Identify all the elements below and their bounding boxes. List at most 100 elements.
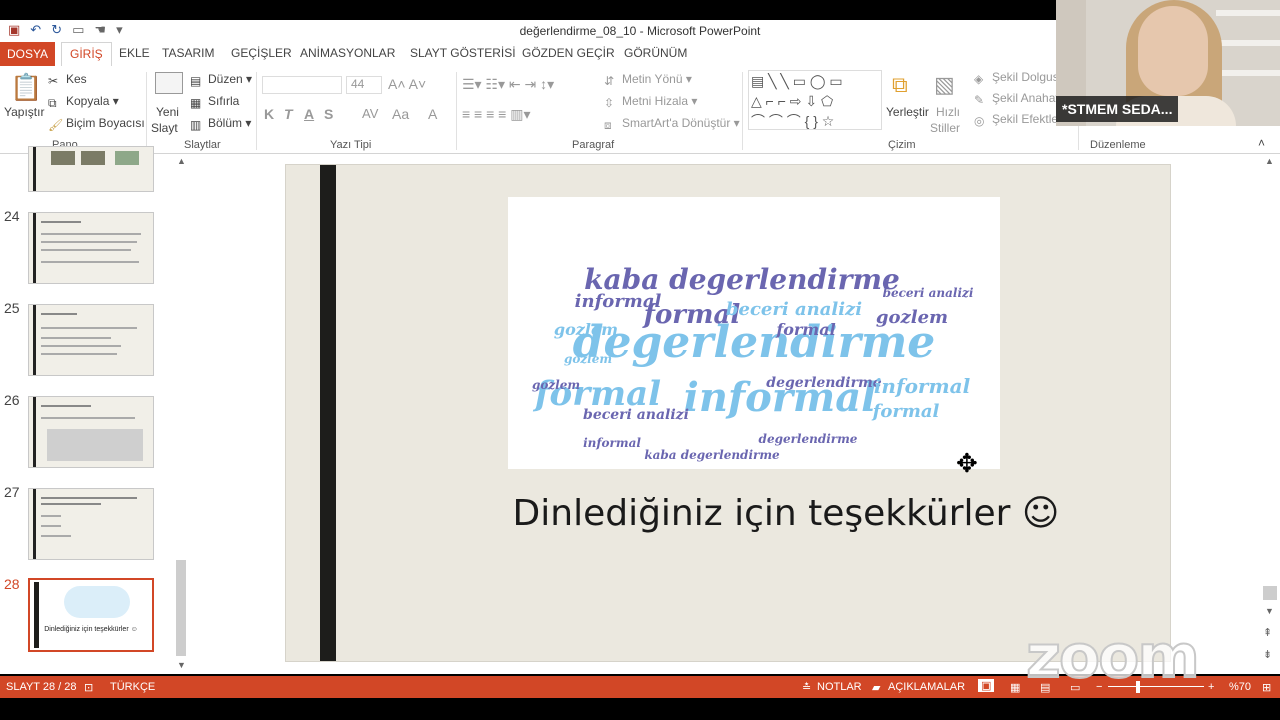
- background-shelf: [1216, 10, 1280, 16]
- fit-slide-icon[interactable]: ⊞: [1262, 681, 1271, 694]
- format-painter-button[interactable]: 🖌 Biçim Boyacısı: [48, 116, 145, 132]
- new-slide-label-2[interactable]: Slayt: [151, 121, 178, 135]
- shadow-button[interactable]: S: [324, 106, 333, 122]
- notes-icon: ≛: [802, 682, 812, 694]
- change-case-button[interactable]: Aa: [392, 106, 409, 122]
- editor-scrollbar[interactable]: ▲ ▼ ⇞ ⇟: [1260, 154, 1280, 674]
- new-slide-label-1[interactable]: Yeni: [156, 105, 179, 119]
- slide-thumbnail-23[interactable]: [28, 146, 154, 192]
- prev-slide-icon[interactable]: ⇞: [1263, 626, 1272, 639]
- underline-button[interactable]: A: [304, 106, 314, 122]
- slide-thumbnail-28[interactable]: Dinlediğiniz için teşekkürler ☺: [28, 578, 154, 652]
- slide-caption[interactable]: Dinlediğiniz için teşekkürler ☺: [436, 493, 1136, 534]
- word-cloud-word: beceri analizi: [726, 299, 862, 320]
- reset-button[interactable]: ▦ Sıfırla: [190, 94, 239, 110]
- layout-button[interactable]: ▤ Düzen ▾: [190, 72, 252, 88]
- paste-icon[interactable]: 📋: [10, 72, 42, 103]
- language-indicator[interactable]: TÜRKÇE: [110, 681, 155, 693]
- thumb-shape: [81, 151, 105, 165]
- italic-button[interactable]: T: [284, 106, 293, 122]
- notes-button[interactable]: NOTLAR: [817, 681, 862, 693]
- thumb-line: [41, 327, 137, 329]
- font-name-field[interactable]: [262, 76, 342, 94]
- tab-slideshow[interactable]: SLAYT GÖSTERİSİ: [410, 46, 516, 60]
- char-spacing-button[interactable]: AV: [362, 106, 378, 121]
- slide-thumbnail-27[interactable]: [28, 488, 154, 560]
- bold-button[interactable]: K: [264, 106, 274, 122]
- thumb-shape: [115, 151, 139, 165]
- collapse-ribbon-icon[interactable]: ˄: [1258, 136, 1265, 150]
- thumb-number: 24: [4, 208, 20, 224]
- tab-transitions[interactable]: GEÇİŞLER: [231, 46, 292, 60]
- scroll-up-icon[interactable]: ▲: [1265, 156, 1274, 166]
- effects-icon: ◎: [974, 113, 985, 128]
- quick-styles-label-2[interactable]: Stiller: [930, 121, 960, 135]
- tab-file[interactable]: DOSYA: [0, 42, 55, 66]
- layout-icon: ▤: [190, 73, 202, 88]
- thumbnail-scrollbar[interactable]: ▲ ▼: [174, 154, 188, 674]
- zoom-level[interactable]: %70: [1229, 681, 1251, 693]
- tab-view[interactable]: GÖRÜNÜM: [624, 46, 687, 60]
- font-size-field[interactable]: 44: [346, 76, 382, 94]
- section-label: Bölüm: [208, 116, 243, 130]
- quick-styles-icon[interactable]: ▧: [934, 72, 955, 98]
- tab-home[interactable]: GİRİŞ: [61, 42, 112, 67]
- slide-sorter-icon[interactable]: ▦: [1010, 681, 1020, 694]
- comments-icon: ▰: [872, 682, 881, 694]
- slide-thumbnail-25[interactable]: [28, 304, 154, 376]
- comments-button[interactable]: AÇIKLAMALAR: [888, 681, 965, 693]
- group-label-drawing: Çizim: [888, 139, 916, 151]
- section-button[interactable]: ▥ Bölüm ▾: [190, 116, 251, 132]
- outline-icon: ✎: [974, 92, 985, 107]
- copy-button[interactable]: ⧉ Kopyala ▾: [48, 94, 119, 110]
- align-text-button[interactable]: ⇳ Metni Hizala ▾: [604, 94, 697, 110]
- move-cursor-icon: ✥: [956, 448, 978, 478]
- thumb-shape: [51, 151, 75, 165]
- scroll-down-icon[interactable]: ▼: [1265, 606, 1274, 616]
- format-painter-label: Biçim Boyacısı: [66, 116, 145, 130]
- tab-design[interactable]: TASARIM: [162, 46, 214, 60]
- normal-view-icon[interactable]: ▣: [978, 679, 995, 692]
- scrollbar-thumb[interactable]: [1263, 586, 1277, 600]
- arrange-icon[interactable]: ⧉: [892, 72, 908, 98]
- scroll-down-icon[interactable]: ▼: [177, 660, 186, 670]
- align-icons[interactable]: ≡ ≡ ≡ ≡ ▥▾: [462, 106, 531, 123]
- shape-fill-button[interactable]: ◈ Şekil Dolgusu: [974, 70, 1065, 86]
- thumb-line: [41, 535, 71, 537]
- thumb-line: [41, 261, 139, 263]
- new-slide-icon[interactable]: [155, 72, 183, 94]
- current-slide[interactable]: degerlendirme kaba degerlendirme informal f…: [285, 164, 1171, 662]
- title-bar: ▣ ↶ ↻ ▭ ☚ ▾ değerlendirme_08_10 - Micros…: [0, 20, 1056, 42]
- quick-styles-label-1[interactable]: Hızlı: [936, 105, 960, 119]
- participant-video[interactable]: *STMEM SEDA...: [1056, 0, 1280, 126]
- slide-thumbnail-24[interactable]: [28, 212, 154, 284]
- smartart-button[interactable]: ⧈ SmartArt'a Dönüştür ▾: [604, 116, 740, 132]
- shape-effects-button[interactable]: ◎ Şekil Efektler: [974, 112, 1062, 128]
- tab-review[interactable]: GÖZDEN GEÇİR: [522, 46, 615, 60]
- shape-outline-button[interactable]: ✎ Şekil Anahat: [974, 91, 1059, 107]
- fill-icon: ◈: [974, 71, 984, 86]
- scroll-up-icon[interactable]: ▲: [177, 156, 186, 166]
- thumb-line: [41, 337, 111, 339]
- thumb-bar: [33, 305, 36, 375]
- align-text-label: Metni Hizala: [622, 94, 689, 108]
- shapes-gallery[interactable]: ▤ ╲ ╲ ▭ ◯ ▭ △ ⌐ ⌐ ⇨ ⇩ ⬠ ⌒ ⌒ ⌒ { } ☆: [748, 70, 882, 130]
- word-cloud-image[interactable]: degerlendirme kaba degerlendirme informal f…: [508, 197, 1000, 469]
- scrollbar-thumb[interactable]: [176, 560, 186, 656]
- spellcheck-icon[interactable]: ⊡: [84, 681, 93, 694]
- tab-animations[interactable]: ANİMASYONLAR: [300, 46, 395, 60]
- bullets-icon[interactable]: ☰▾ ☷▾ ⇤ ⇥ ↕▾: [462, 76, 554, 93]
- next-slide-icon[interactable]: ⇟: [1263, 648, 1272, 661]
- arrange-button[interactable]: Yerleştir: [886, 105, 929, 119]
- zoom-in-icon[interactable]: +: [1208, 681, 1214, 693]
- thumb-table: [47, 429, 143, 461]
- grow-font-icon[interactable]: A˄ A˅: [388, 76, 426, 92]
- text-direction-button[interactable]: ⇵ Metin Yönü ▾: [604, 72, 692, 88]
- slide-thumbnail-26[interactable]: [28, 396, 154, 468]
- paste-button[interactable]: Yapıştır: [4, 105, 44, 119]
- shape-outline-label: Şekil Anahat: [992, 91, 1059, 105]
- font-color-button[interactable]: A: [428, 106, 437, 122]
- copy-label: Kopyala: [66, 94, 110, 108]
- cut-button[interactable]: ✂ Kes: [48, 72, 87, 88]
- tab-insert[interactable]: EKLE: [119, 46, 150, 60]
